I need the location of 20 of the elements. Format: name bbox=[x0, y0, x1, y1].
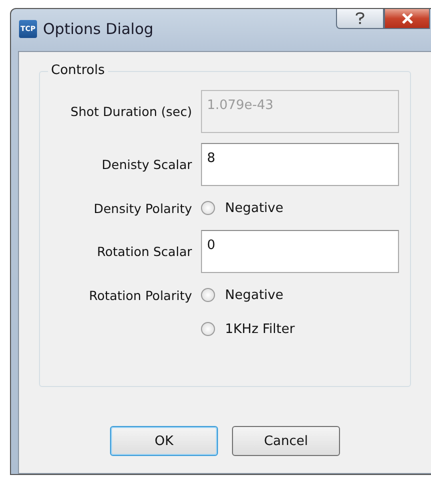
input-field[interactable]: 0 bbox=[201, 230, 399, 273]
input-field[interactable]: 8 bbox=[201, 143, 399, 186]
radio-label[interactable]: Negative bbox=[225, 200, 284, 216]
dialog-button[interactable]: Cancel bbox=[232, 426, 340, 456]
radio-label[interactable]: Negative bbox=[225, 288, 284, 302]
window-title: Options Dialog bbox=[43, 20, 154, 38]
field-label: Rotation Scalar bbox=[97, 244, 192, 259]
field-label: Density Polarity bbox=[94, 200, 192, 216]
field-label: Shot Duration (sec) bbox=[70, 104, 192, 119]
field-label: Rotation Polarity bbox=[88, 288, 192, 302]
help-button[interactable] bbox=[336, 9, 384, 29]
radio-button[interactable] bbox=[201, 288, 215, 302]
question-mark-icon bbox=[355, 12, 365, 25]
radio-label[interactable]: 1KHz Filter bbox=[225, 322, 295, 336]
close-button[interactable] bbox=[384, 9, 430, 29]
dialog-button[interactable]: OK bbox=[110, 426, 218, 456]
close-icon bbox=[400, 13, 414, 24]
radio-button[interactable] bbox=[201, 201, 215, 215]
field-label: Denisty Scalar bbox=[102, 157, 192, 172]
radio-button[interactable] bbox=[201, 322, 215, 336]
